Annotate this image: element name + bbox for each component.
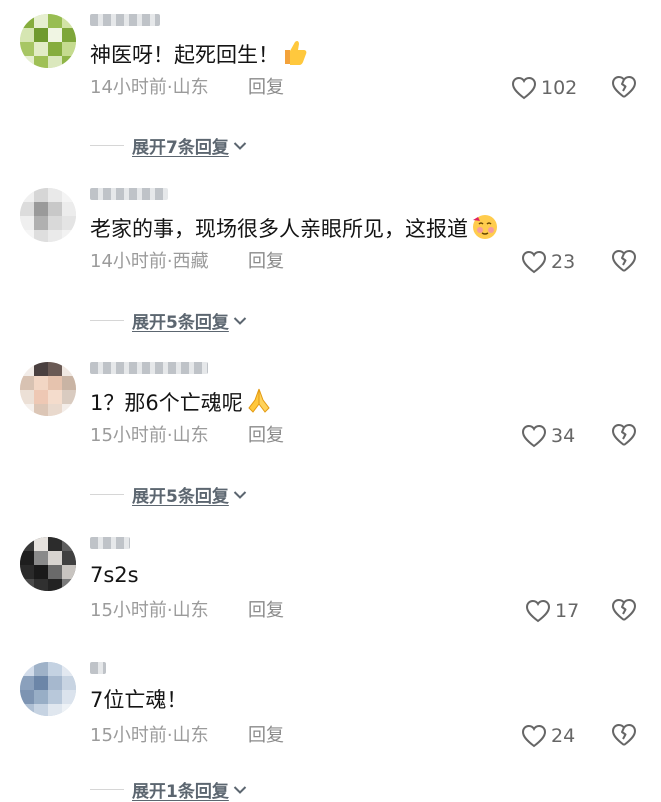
- reply-button[interactable]: 回复: [248, 76, 284, 100]
- reply-button[interactable]: 回复: [248, 599, 284, 623]
- like-count: 23: [551, 251, 576, 273]
- dislike-button[interactable]: [610, 422, 640, 450]
- like-count: 24: [551, 725, 576, 747]
- broken-heart-icon: [610, 597, 640, 623]
- heart-icon: [525, 599, 551, 623]
- expand-replies-button[interactable]: 展开7条回复: [132, 133, 229, 158]
- expand-replies-button[interactable]: 展开5条回复: [132, 482, 229, 507]
- like-button[interactable]: 34: [521, 422, 575, 450]
- username-blurred[interactable]: [90, 14, 160, 26]
- like-count: 17: [555, 600, 580, 622]
- dislike-button[interactable]: [610, 74, 640, 102]
- comment-meta: 14小时前·山东: [90, 77, 209, 98]
- comment-text-content: 7位亡魂！: [90, 688, 188, 712]
- reply-button[interactable]: 回复: [248, 424, 284, 448]
- expand-replies: 展开7条回复: [90, 132, 247, 158]
- divider: [90, 144, 124, 146]
- like-button[interactable]: 24: [521, 722, 575, 750]
- heart-icon: [521, 250, 547, 274]
- expand-replies: 展开5条回复: [90, 481, 247, 507]
- avatar[interactable]: [20, 188, 76, 242]
- comment-text-content: 1？那6个亡魂呢: [90, 391, 243, 415]
- dislike-button[interactable]: [610, 248, 640, 276]
- heart-icon: [521, 724, 547, 748]
- chevron-down-icon[interactable]: [233, 136, 247, 155]
- heart-icon: [521, 424, 547, 448]
- thumbs-up-emoji-icon: [281, 38, 307, 73]
- comment-text-content: 老家的事，现场很多人亲眼所见，这报道: [90, 217, 468, 241]
- comment-text: 1？那6个亡魂呢: [90, 386, 273, 421]
- comment-text: 老家的事，现场很多人亲眼所见，这报道: [90, 212, 498, 247]
- avatar[interactable]: [20, 537, 76, 591]
- divider: [90, 788, 124, 790]
- chevron-down-icon[interactable]: [233, 311, 247, 330]
- expand-replies: 展开5条回复: [90, 307, 247, 333]
- expand-replies: 展开1条回复: [90, 776, 247, 802]
- avatar[interactable]: [20, 14, 76, 68]
- chevron-down-icon[interactable]: [233, 780, 247, 799]
- comment-text: 神医呀！起死回生！: [90, 38, 307, 73]
- avatar[interactable]: [20, 662, 76, 716]
- chevron-down-icon[interactable]: [233, 485, 247, 504]
- username-blurred[interactable]: [90, 362, 208, 374]
- username-blurred[interactable]: [90, 662, 106, 674]
- comment-text: 7s2s: [90, 561, 139, 589]
- comment-meta: 15小时前·山东: [90, 725, 209, 746]
- like-button[interactable]: 23: [521, 248, 575, 276]
- like-button[interactable]: 17: [525, 597, 579, 625]
- like-count: 34: [551, 425, 576, 447]
- divider: [90, 493, 124, 495]
- like-button[interactable]: 102: [511, 74, 577, 102]
- blushing-face-emoji-icon: [470, 212, 498, 247]
- broken-heart-icon: [610, 422, 640, 448]
- comment-text-content: 神医呀！起死回生！: [90, 43, 279, 67]
- comment-text: 7位亡魂！: [90, 686, 187, 714]
- broken-heart-icon: [610, 74, 640, 100]
- reply-button[interactable]: 回复: [248, 250, 284, 274]
- folded-hands-emoji-icon: [245, 386, 273, 421]
- comment-meta: 15小时前·山东: [90, 600, 209, 621]
- username-blurred[interactable]: [90, 537, 130, 549]
- heart-icon: [511, 76, 537, 100]
- divider: [90, 319, 124, 321]
- broken-heart-icon: [610, 248, 640, 274]
- broken-heart-icon: [610, 722, 640, 748]
- expand-replies-button[interactable]: 展开1条回复: [132, 777, 229, 802]
- reply-button[interactable]: 回复: [248, 724, 284, 748]
- dislike-button[interactable]: [610, 597, 640, 625]
- like-count: 102: [541, 77, 578, 99]
- comment-meta: 14小时前·西藏: [90, 251, 209, 272]
- expand-replies-button[interactable]: 展开5条回复: [132, 308, 229, 333]
- comment-meta: 15小时前·山东: [90, 425, 209, 446]
- username-blurred[interactable]: [90, 188, 168, 200]
- comment-text-content: 7s2s: [90, 563, 139, 587]
- avatar[interactable]: [20, 362, 76, 416]
- dislike-button[interactable]: [610, 722, 640, 750]
